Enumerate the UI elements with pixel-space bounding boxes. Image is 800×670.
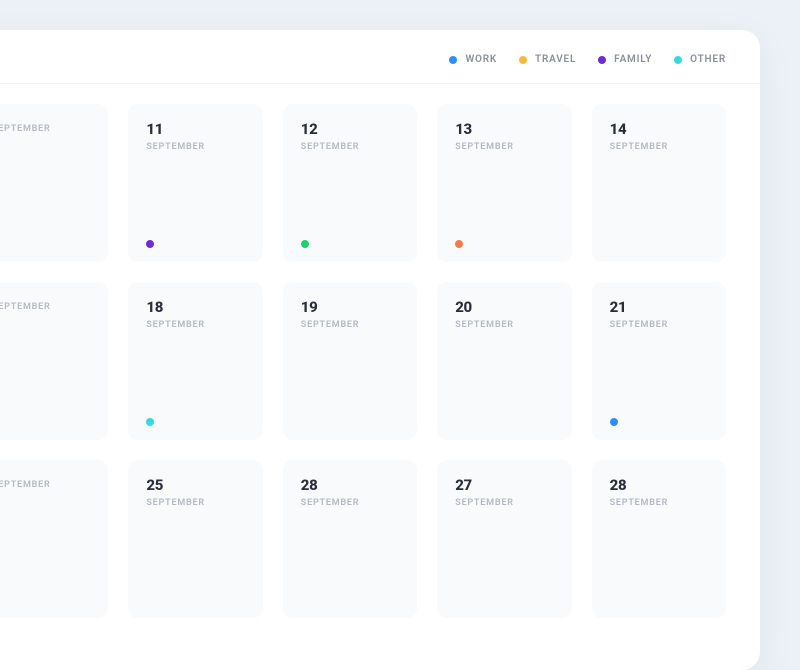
legend-dot-icon: [519, 56, 527, 64]
day-month-label: SEPTEMBER: [301, 142, 399, 152]
day-month-label: SEPTEMBER: [610, 498, 708, 508]
calendar-grid: SEPTEMBER 11 SEPTEMBER 12 SEPTEMBER 13 SEPTEMB…: [0, 84, 760, 618]
legend-family[interactable]: FAMILY: [598, 54, 652, 65]
day-month-label: SEPTEMBER: [146, 320, 244, 330]
day-month-label: SEPTEMBER: [301, 498, 399, 508]
day-cell[interactable]: 27 SEPTEMBER: [437, 460, 571, 618]
day-cell[interactable]: 20 SEPTEMBER: [437, 282, 571, 440]
legend-label: FAMILY: [614, 54, 652, 65]
day-cell[interactable]: SEPTEMBER: [0, 460, 108, 618]
legend-dot-icon: [598, 56, 606, 64]
day-cell[interactable]: 18 SEPTEMBER: [128, 282, 262, 440]
day-number: 19: [301, 298, 399, 316]
day-number: 12: [301, 120, 399, 138]
day-number: 18: [146, 298, 244, 316]
legend-other[interactable]: OTHER: [674, 54, 726, 65]
day-cell[interactable]: 21 SEPTEMBER: [592, 282, 726, 440]
legend-dot-icon: [449, 56, 457, 64]
legend-label: WORK: [465, 54, 497, 65]
day-month-label: SEPTEMBER: [455, 320, 553, 330]
day-month-label: SEPTEMBER: [301, 320, 399, 330]
legend-dot-icon: [674, 56, 682, 64]
day-number: 28: [301, 476, 399, 494]
day-cell[interactable]: SEPTEMBER: [0, 104, 108, 262]
day-month-label: SEPTEMBER: [455, 498, 553, 508]
day-cell[interactable]: 19 SEPTEMBER: [283, 282, 417, 440]
day-month-label: SEPTEMBER: [0, 124, 90, 134]
legend-label: TRAVEL: [535, 54, 576, 65]
day-cell[interactable]: 11 SEPTEMBER: [128, 104, 262, 262]
day-cell[interactable]: 13 SEPTEMBER: [437, 104, 571, 262]
day-month-label: SEPTEMBER: [610, 142, 708, 152]
day-number: 25: [146, 476, 244, 494]
day-cell[interactable]: 28 SEPTEMBER: [592, 460, 726, 618]
legend-bar: WORK TRAVEL FAMILY OTHER: [0, 30, 760, 84]
day-number: 14: [610, 120, 708, 138]
day-number: 11: [146, 120, 244, 138]
day-cell[interactable]: 12 SEPTEMBER: [283, 104, 417, 262]
day-number: 28: [610, 476, 708, 494]
day-number: 13: [455, 120, 553, 138]
day-cell[interactable]: SEPTEMBER: [0, 282, 108, 440]
day-number: 21: [610, 298, 708, 316]
event-dot-icon: [146, 240, 154, 248]
day-cell[interactable]: 25 SEPTEMBER: [128, 460, 262, 618]
legend-label: OTHER: [690, 54, 726, 65]
event-dot-icon: [610, 418, 618, 426]
event-dot-icon: [301, 240, 309, 248]
event-dot-icon: [146, 418, 154, 426]
day-number: 27: [455, 476, 553, 494]
day-month-label: SEPTEMBER: [146, 498, 244, 508]
day-number: 20: [455, 298, 553, 316]
legend-work[interactable]: WORK: [449, 54, 497, 65]
event-dot-icon: [455, 240, 463, 248]
day-cell[interactable]: 28 SEPTEMBER: [283, 460, 417, 618]
day-month-label: SEPTEMBER: [0, 480, 90, 490]
day-cell[interactable]: 14 SEPTEMBER: [592, 104, 726, 262]
calendar-card: WORK TRAVEL FAMILY OTHER SEPTEMBER11SEPT…: [0, 30, 760, 670]
day-month-label: SEPTEMBER: [455, 142, 553, 152]
day-month-label: SEPTEMBER: [0, 302, 90, 312]
legend-travel[interactable]: TRAVEL: [519, 54, 576, 65]
day-month-label: SEPTEMBER: [610, 320, 708, 330]
day-month-label: SEPTEMBER: [146, 142, 244, 152]
